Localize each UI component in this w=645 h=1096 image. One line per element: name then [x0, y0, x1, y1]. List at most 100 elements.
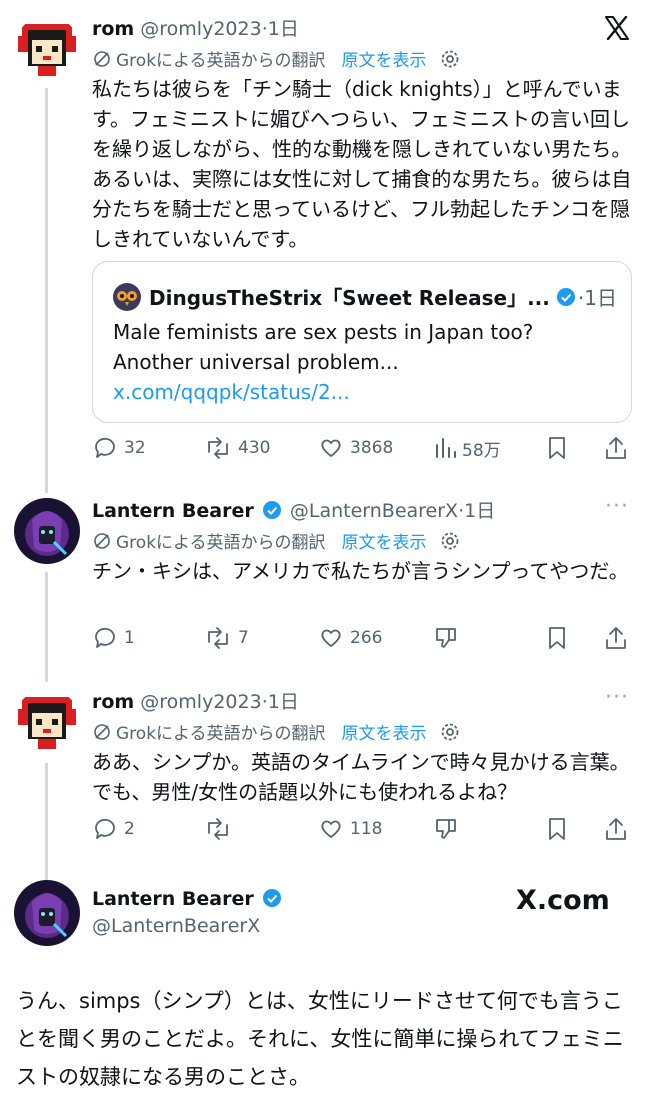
quoted-text: Male feminists are sex pests in Japan to…	[113, 320, 534, 374]
dislike-button[interactable]	[434, 623, 458, 653]
reply-button[interactable]: 2	[92, 814, 135, 844]
gear-icon[interactable]	[439, 721, 461, 743]
reply-button[interactable]: 1	[92, 623, 135, 653]
bookmark-icon	[549, 818, 565, 840]
action-bar: 1 7 266	[92, 623, 632, 653]
bookmark-button[interactable]	[546, 433, 568, 463]
dislike-icon	[436, 628, 456, 648]
quoted-tweet-header: DingusTheStrix「Sweet Release」... ·1日	[113, 282, 617, 311]
x-logo-icon[interactable]	[604, 16, 630, 40]
quoted-tweet-text: Male feminists are sex pests in Japan to…	[113, 317, 613, 407]
bookmark-button[interactable]	[546, 623, 568, 653]
avatar[interactable]	[14, 16, 80, 82]
tweet-text: ああ、シンプか。英語のタイムラインで時々見かける言葉。でも、男性/女性の話題以外…	[92, 750, 630, 804]
reply-icon	[95, 818, 115, 839]
quoted-tweet[interactable]: DingusTheStrix「Sweet Release」... ·1日 Mal…	[92, 261, 632, 423]
author-name[interactable]: rom	[92, 18, 134, 40]
reply-count: 32	[124, 438, 146, 458]
like-count: 118	[350, 819, 383, 839]
dislike-button[interactable]	[434, 814, 458, 844]
show-original-link[interactable]: 原文を表示	[342, 719, 427, 744]
quoted-author-name: DingusTheStrix「Sweet Release」...	[149, 286, 550, 310]
author-name[interactable]: Lantern Bearer	[92, 500, 254, 522]
action-bar: 2 118	[92, 814, 632, 844]
translation-bar: Grokによる英語からの翻訳 原文を表示	[92, 46, 461, 71]
share-button[interactable]	[604, 814, 628, 844]
verified-badge-icon	[556, 287, 575, 306]
more-options-button[interactable]: ···	[605, 685, 629, 710]
share-button[interactable]	[604, 623, 628, 653]
gear-icon[interactable]	[439, 530, 461, 552]
translation-bar: Grokによる英語からの翻訳 原文を表示	[92, 528, 461, 553]
tweet-text: 私たちは彼らを「チン騎士（dick knights）」と呼んでいます。フェミニス…	[92, 77, 632, 251]
reply-count: 1	[124, 628, 135, 648]
author-name[interactable]: Lantern Bearer	[92, 888, 254, 910]
translation-label: Grokによる英語からの翻訳	[116, 724, 326, 744]
tweet-header: rom @romly2023·1日	[92, 687, 299, 714]
translate-icon	[94, 532, 110, 549]
tweet-header: rom @romly2023·1日	[92, 14, 299, 41]
author-handle[interactable]: @romly2023	[140, 691, 261, 713]
thread-line	[45, 88, 48, 493]
avatar[interactable]	[14, 880, 80, 946]
bookmark-icon	[549, 627, 565, 649]
show-original-link[interactable]: 原文を表示	[342, 46, 427, 71]
translation-label: Grokによる英語からの翻訳	[116, 533, 326, 553]
avatar[interactable]	[14, 498, 80, 564]
reply-button[interactable]: 32	[92, 433, 146, 463]
retweet-count: 7	[238, 628, 249, 648]
x-com-brand: X.com	[516, 885, 610, 916]
dislike-icon	[436, 819, 456, 839]
embed-author: Lantern Bearer	[92, 888, 284, 910]
retweet-icon	[208, 818, 228, 840]
heart-icon	[321, 629, 341, 647]
thread-line	[45, 572, 48, 682]
translate-icon	[94, 50, 110, 67]
author-handle[interactable]: @romly2023	[140, 18, 261, 40]
bookmark-button[interactable]	[546, 814, 568, 844]
retweet-count: 430	[238, 438, 271, 458]
retweet-button[interactable]: 430	[204, 433, 270, 463]
like-button[interactable]: 3868	[318, 433, 393, 463]
avatar[interactable]	[14, 689, 80, 755]
thread-line	[45, 763, 48, 881]
like-button[interactable]: 118	[318, 814, 382, 844]
bookmark-icon	[549, 437, 565, 459]
quoted-link[interactable]: x.com/qqqpk/status/2...	[113, 380, 350, 404]
more-options-button[interactable]: ···	[605, 494, 629, 519]
reply-icon	[95, 437, 115, 458]
verified-badge-icon	[262, 501, 281, 519]
gear-icon[interactable]	[439, 48, 461, 70]
retweet-icon	[208, 437, 228, 459]
action-bar: 32 430 3868 58万	[92, 433, 632, 463]
show-original-link[interactable]: 原文を表示	[342, 528, 427, 553]
author-name[interactable]: rom	[92, 691, 134, 713]
share-icon	[606, 437, 626, 459]
timestamp[interactable]: ·1日	[458, 500, 495, 522]
author-handle[interactable]: @LanternBearerX	[92, 915, 260, 937]
like-button[interactable]: 266	[318, 623, 382, 653]
verified-badge-icon	[262, 889, 281, 907]
author-handle[interactable]: @LanternBearerX	[290, 500, 458, 522]
retweet-button[interactable]: 7	[204, 623, 249, 653]
heart-icon	[321, 439, 341, 457]
timestamp[interactable]: ·1日	[262, 691, 299, 713]
timestamp[interactable]: ·1日	[262, 18, 299, 40]
views-button[interactable]: 58万	[434, 433, 501, 463]
tweet-text: チン・キシは、アメリカで私たちが言うシンプってやつだ。	[92, 559, 629, 583]
retweet-icon	[208, 627, 228, 649]
embed-text: うん、simps（シンプ）とは、女性にリードさせて何でも言うことを聞く男のことだ…	[16, 989, 624, 1089]
quoted-timestamp: ·1日	[577, 286, 617, 310]
heart-icon	[321, 820, 341, 838]
share-icon	[606, 627, 626, 649]
embed-handle-row: @LanternBearerX	[92, 915, 260, 937]
retweet-button[interactable]	[204, 814, 238, 844]
reply-count: 2	[124, 819, 135, 839]
tweet-header: Lantern Bearer @LanternBearerX·1日	[92, 496, 495, 523]
translation-bar: Grokによる英語からの翻訳 原文を表示	[92, 719, 461, 744]
share-button[interactable]	[604, 433, 628, 463]
translate-icon	[94, 723, 110, 740]
avatar	[113, 282, 141, 311]
like-count: 3868	[350, 438, 394, 458]
share-icon	[606, 818, 626, 840]
